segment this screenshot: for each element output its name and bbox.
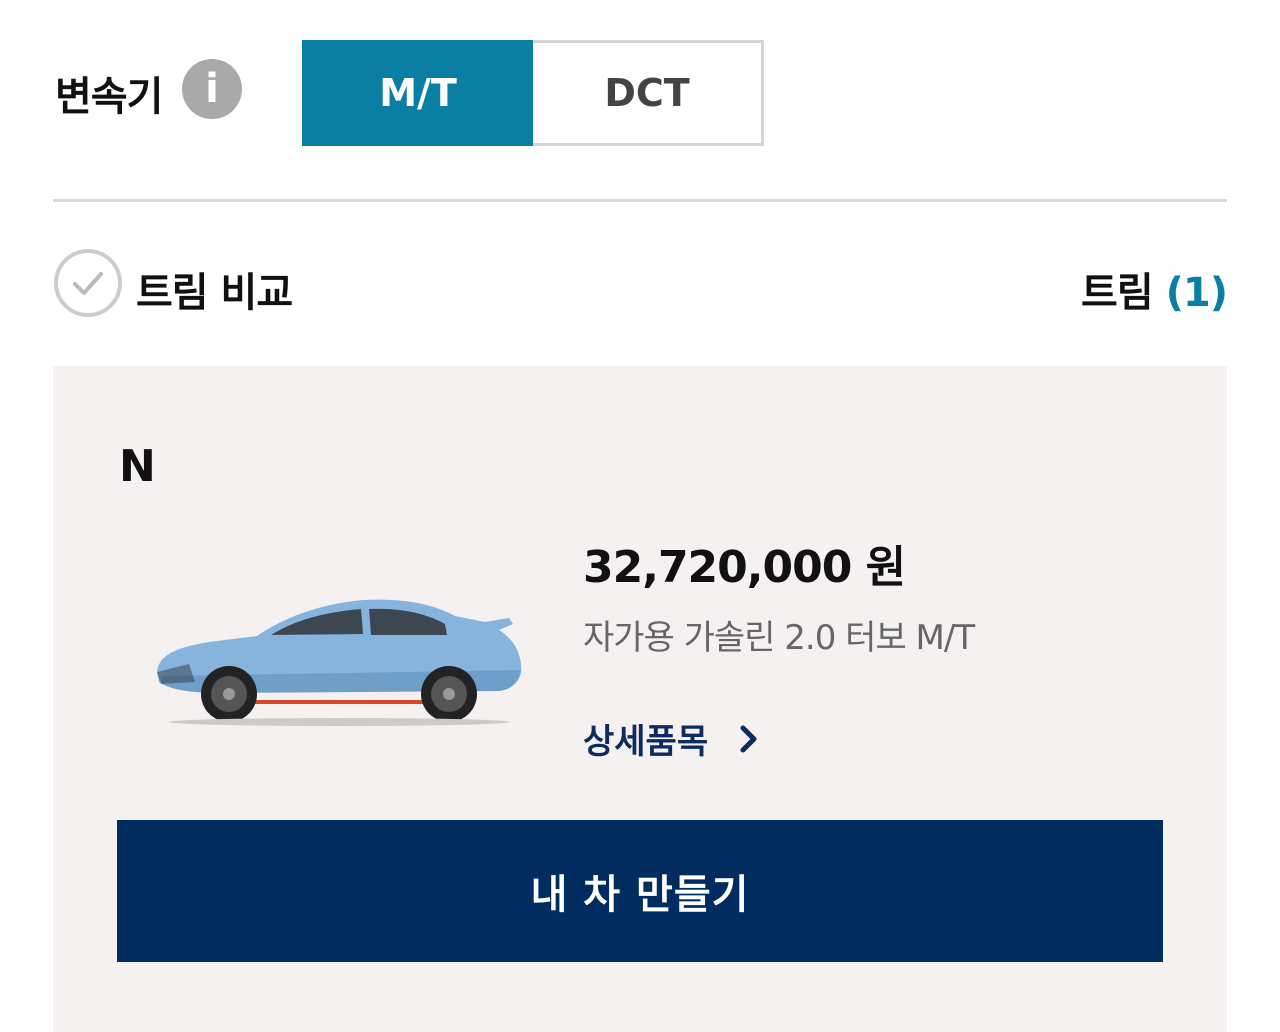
chevron-right-icon bbox=[740, 725, 757, 752]
transmission-label: 변속기 bbox=[55, 74, 163, 120]
trim-count: 트림 (1) bbox=[1081, 260, 1228, 318]
trim-compare-label[interactable]: 트림 비교 bbox=[136, 260, 293, 318]
trim-count-label: 트림 bbox=[1081, 270, 1154, 316]
trim-card: N 32,720,000 원 자가용 가솔린 2.0 터보 M/T 상세품목 내… bbox=[53, 366, 1227, 1032]
trim-count-number: (1) bbox=[1165, 270, 1228, 316]
car-image bbox=[157, 599, 522, 726]
transmission-option-mt[interactable]: M/T bbox=[302, 40, 534, 146]
trim-name: N bbox=[119, 441, 156, 492]
divider bbox=[53, 199, 1227, 202]
trim-spec: 자가용 가솔린 2.0 터보 M/T bbox=[583, 618, 975, 658]
detail-items-link[interactable]: 상세품목 bbox=[583, 714, 760, 763]
build-my-car-button[interactable]: 내 차 만들기 bbox=[117, 820, 1163, 962]
transmission-option-dct[interactable]: DCT bbox=[533, 40, 764, 146]
trim-price: 32,720,000 원 bbox=[583, 542, 906, 593]
check-circle-icon[interactable] bbox=[53, 248, 123, 318]
detail-items-label: 상세품목 bbox=[583, 722, 709, 762]
info-icon[interactable]: i bbox=[182, 59, 242, 119]
